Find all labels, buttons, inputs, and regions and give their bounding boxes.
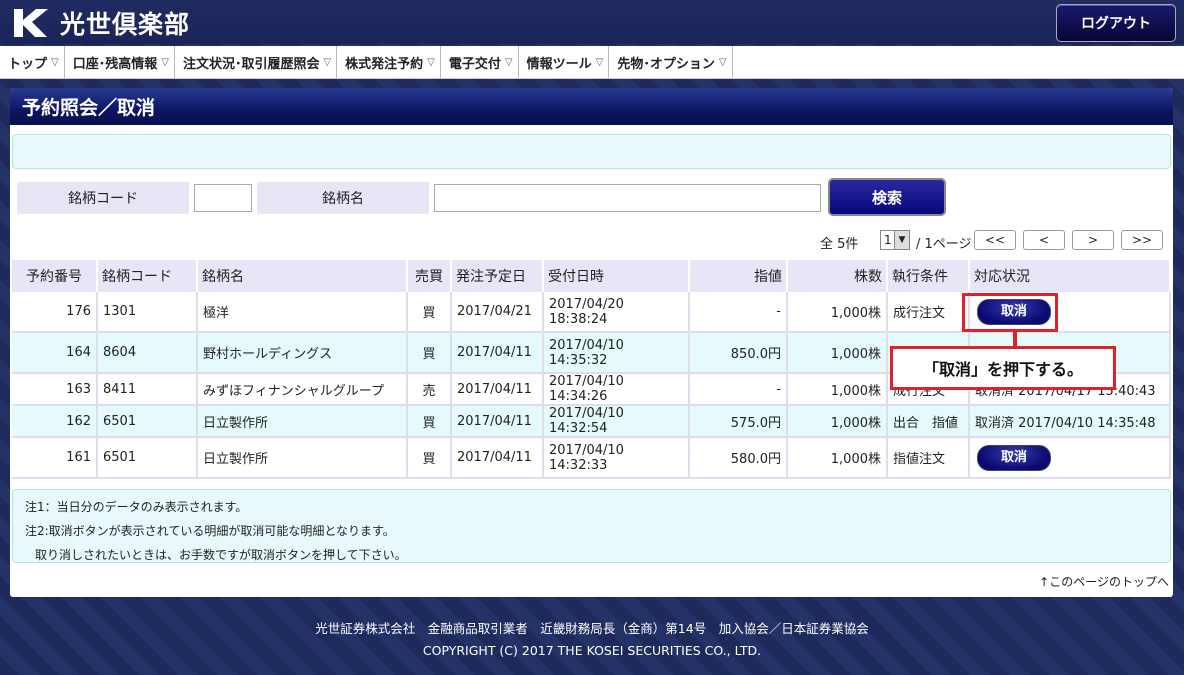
code-input[interactable] — [194, 184, 252, 212]
chevron-down-icon: ▽ — [504, 56, 513, 68]
col-header: 対応状況 — [969, 260, 1171, 292]
first-page-button[interactable]: << — [974, 230, 1016, 250]
logo-text: 光世倶楽部 — [60, 10, 191, 39]
search-row: 銘柄コード 銘柄名 検索 — [10, 178, 1173, 216]
table-header-row: 予約番号 銘柄コード 銘柄名 売買 発注予定日 受付日時 指値 株数 執行条件 … — [12, 260, 1171, 292]
page-title: 予約照会／取消 — [10, 88, 1173, 125]
chevron-down-icon: ▼ — [894, 231, 909, 249]
code-label: 銘柄コード — [17, 182, 189, 214]
note-line: 注2:取消ボタンが表示されている明細が取消可能な明細となります。 — [25, 524, 395, 538]
pager: 全 5件 1 ▼ / 1ページ << < > >> — [10, 229, 1173, 253]
chevron-down-icon: ▽ — [427, 56, 435, 68]
col-header: 銘柄名 — [197, 260, 408, 292]
footer-company: 光世証券株式会社 金融商品取引業者 近畿財務局長（金商）第14号 加入協会／日本… — [315, 621, 869, 636]
chevron-down-icon: ▽ — [161, 56, 169, 68]
col-header: 売買 — [407, 260, 452, 292]
nav-item-futures-options[interactable]: 先物･オプション ▽ — [609, 46, 733, 78]
nav-item-e-delivery[interactable]: 電子交付 ▽ — [441, 46, 519, 78]
logo[interactable]: 光世倶楽部 — [10, 5, 190, 41]
chevron-down-icon: ▽ — [323, 56, 332, 68]
header-bar: 光世倶楽部 ログアウト — [0, 0, 1184, 44]
page-select[interactable]: 1 ▼ — [880, 230, 910, 250]
cancel-button[interactable]: 取消 — [977, 444, 1051, 471]
nav-item-orders[interactable]: 注文状況･取引履歴照会 ▽ — [175, 46, 338, 78]
name-label: 銘柄名 — [257, 182, 429, 214]
nav-item-account[interactable]: 口座･残高情報 ▽ — [65, 46, 175, 78]
prev-page-button[interactable]: < — [1023, 230, 1065, 250]
total-pages: / 1ページ — [916, 237, 972, 252]
highlight-box — [962, 293, 1058, 332]
main-nav: トップ ▽ 口座･残高情報 ▽ 注文状況･取引履歴照会 ▽ 株式発注予約 ▽ 電子交付 ▽… — [0, 46, 1184, 79]
result-count: 全 5件 — [820, 237, 859, 252]
chevron-down-icon: ▽ — [718, 56, 727, 68]
col-header: 発注予定日 — [451, 260, 544, 292]
col-header: 執行条件 — [887, 260, 970, 292]
chevron-down-icon: ▽ — [595, 56, 604, 68]
nav-item-top[interactable]: トップ ▽ — [0, 46, 65, 78]
col-header: 受付日時 — [543, 260, 690, 292]
nav-item-reservation[interactable]: 株式発注予約 ▽ — [337, 46, 441, 78]
col-header: 指値 — [689, 260, 788, 292]
name-input[interactable] — [434, 184, 821, 212]
col-header: 株数 — [787, 260, 888, 292]
notes-box: 注1：当日分のデータのみ表示されます。 注2:取消ボタンが表示されている明細が取… — [12, 489, 1171, 563]
search-button[interactable]: 検索 — [828, 178, 946, 216]
next-page-button[interactable]: > — [1072, 230, 1114, 250]
table-row: 162 6501 日立製作所 買 2017/04/11 2017/04/10 1… — [12, 405, 1171, 438]
table-row: 161 6501 日立製作所 買 2017/04/11 2017/04/10 1… — [12, 437, 1171, 479]
col-header: 銘柄コード — [97, 260, 198, 292]
footer-copyright: COPYRIGHT (C) 2017 THE KOSEI SECURITIES … — [422, 643, 762, 658]
nav-item-info-tools[interactable]: 情報ツール ▽ — [519, 46, 610, 78]
logout-button[interactable]: ログアウト — [1056, 4, 1176, 42]
col-header: 予約番号 — [12, 260, 98, 292]
callout-annotation: 「取消」を押下する。 — [890, 346, 1116, 390]
note-line: 注1：当日分のデータのみ表示されます。 — [25, 500, 248, 514]
chevron-down-icon: ▽ — [51, 56, 59, 68]
note-line: 取り消しされたいときは、お手数ですが取消ボタンを押して下さい。 — [35, 548, 407, 562]
callout-arrow — [1013, 331, 1017, 347]
kosei-logo-icon — [10, 7, 50, 39]
footer: 光世証券株式会社 金融商品取引業者 近畿財務局長（金商）第14号 加入協会／日本… — [0, 618, 1184, 662]
page-top-link[interactable]: ↑このページのトップへ — [1039, 573, 1169, 590]
info-box — [12, 134, 1171, 169]
last-page-button[interactable]: >> — [1121, 230, 1163, 250]
main-panel: 予約照会／取消 銘柄コード 銘柄名 検索 全 5件 1 ▼ / 1ページ << … — [10, 88, 1173, 597]
